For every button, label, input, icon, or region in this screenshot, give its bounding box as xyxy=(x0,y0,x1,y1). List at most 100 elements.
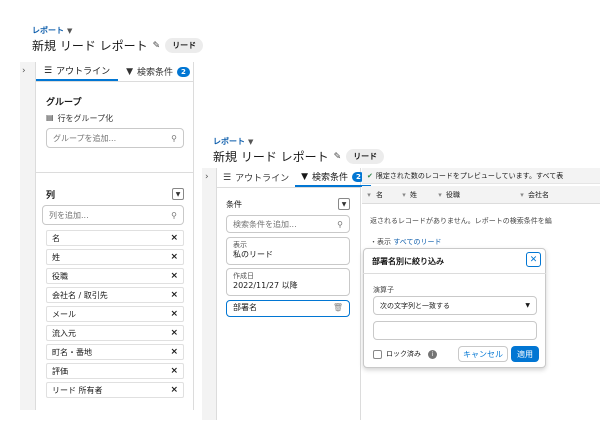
table-rows-icon: ▤ xyxy=(46,113,54,122)
expand-chevron-icon[interactable]: › xyxy=(205,172,209,182)
lock-checkbox[interactable] xyxy=(373,349,382,359)
remove-icon[interactable]: × xyxy=(170,252,178,262)
info-icon[interactable]: i xyxy=(428,349,437,359)
tab-outline-label: アウトライン xyxy=(235,174,290,184)
filter-icon: ▼ xyxy=(301,171,309,182)
column-label: リード 所有者 xyxy=(52,385,103,395)
chevron-down-icon[interactable]: ▼ xyxy=(248,138,253,146)
filter-icon: ▼ xyxy=(126,66,134,77)
tab-filters-label: 検索条件 xyxy=(137,68,174,78)
popover-title: 部署名別に絞り込み xyxy=(372,257,444,266)
chevron-down-icon: ▼ xyxy=(525,302,530,309)
column-drop-icon[interactable]: ▾ xyxy=(434,191,446,199)
close-icon[interactable]: ✕ xyxy=(526,252,541,267)
bg-panel-tabs: ☰ アウトライン ▼ 検索条件 2 xyxy=(36,62,193,82)
remove-icon[interactable]: × xyxy=(170,233,178,243)
collapse-strip xyxy=(20,62,36,410)
breadcrumb-label[interactable]: レポート xyxy=(213,137,245,146)
columns-menu-dropdown[interactable]: ▼ xyxy=(172,188,184,200)
remove-icon[interactable]: × xyxy=(170,328,178,338)
operator-label: 演算子 xyxy=(373,286,394,294)
column-label: メール xyxy=(52,309,76,319)
tab-filters[interactable]: ▼ 検索条件 2 xyxy=(295,168,371,187)
column-drop-icon[interactable]: ▾ xyxy=(398,191,410,199)
search-icon: ⚲ xyxy=(171,210,177,220)
list-icon: ☰ xyxy=(44,65,53,76)
column-label: 会社名 / 取引先 xyxy=(52,290,108,300)
column-label: 姓 xyxy=(52,252,60,262)
remove-icon[interactable]: × xyxy=(170,290,178,300)
remove-icon[interactable]: × xyxy=(170,347,178,357)
filter-label: 表示 xyxy=(233,241,247,249)
divider xyxy=(36,172,194,173)
group-header: グループ xyxy=(46,98,82,108)
search-icon: ⚲ xyxy=(171,133,177,143)
column-row[interactable]: 評価 × xyxy=(46,363,184,379)
fg-collapse-strip xyxy=(202,168,217,420)
page-title: 新規 リード レポート ✎ リード xyxy=(32,37,204,54)
filter-card-show[interactable]: 表示 私のリード xyxy=(226,237,350,265)
column-label: 町名・番地 xyxy=(52,347,92,357)
column-row[interactable]: 会社名 / 取引先 × xyxy=(46,287,184,303)
group-rows-text: 行をグループ化 xyxy=(57,114,114,123)
column-label: 流入元 xyxy=(52,328,76,338)
delete-icon[interactable]: 🗑 xyxy=(333,303,343,314)
column-label: 役職 xyxy=(52,271,68,281)
table-header-cell[interactable]: 名 xyxy=(376,190,398,200)
column-row[interactable]: 名 × xyxy=(46,230,184,246)
group-search-input[interactable]: グループを追加... ⚲ xyxy=(46,128,184,148)
tab-outline[interactable]: ☰ アウトライン xyxy=(36,62,119,81)
fg-breadcrumb[interactable]: レポート ▼ xyxy=(213,136,253,147)
edit-pencil-icon[interactable]: ✎ xyxy=(153,41,161,51)
column-drop-icon[interactable]: ▾ xyxy=(516,191,528,199)
filter-value: 2022/11/27 以降 xyxy=(233,281,298,291)
no-records-message: 返されるレコードがありません。レポートの検索条件を編 xyxy=(370,217,552,225)
preview-table-header: ▾ 名 ▾ 姓 ▾ 役職 ▾ 会社名 xyxy=(362,186,600,204)
column-row[interactable]: メール × xyxy=(46,306,184,322)
column-row[interactable]: 流入元 × xyxy=(46,325,184,341)
operator-select[interactable]: 次の文字列と一致する ▼ xyxy=(373,296,537,315)
apply-button[interactable]: 適用 xyxy=(511,346,539,362)
column-drop-icon[interactable]: ▾ xyxy=(362,191,376,199)
group-placeholder: グループを追加... xyxy=(53,133,117,143)
remove-icon[interactable]: × xyxy=(170,309,178,319)
show-prefix: ・表示 xyxy=(370,238,391,246)
table-header-cell[interactable]: 役職 xyxy=(446,190,516,200)
filter-card-new[interactable]: 部署名 🗑 xyxy=(226,300,350,317)
filter-search-input[interactable]: 検索条件を追加... ⚲ xyxy=(226,215,350,233)
show-all-leads-link[interactable]: すべてのリード xyxy=(393,238,441,246)
fg-page-title: 新規 リード レポート ✎ リード xyxy=(213,148,385,165)
search-icon: ⚲ xyxy=(337,219,343,229)
preview-notice-text: 限定された数のレコードをプレビューしています。すべて表 xyxy=(375,171,564,180)
filter-value: 部署名 xyxy=(233,303,257,313)
table-header-cell[interactable]: 会社名 xyxy=(528,190,549,200)
remove-icon[interactable]: × xyxy=(170,271,178,281)
filter-value-input[interactable] xyxy=(373,321,537,340)
table-header-cell[interactable]: 姓 xyxy=(410,190,434,200)
conditions-menu-dropdown[interactable]: ▼ xyxy=(338,198,350,210)
column-row[interactable]: 姓 × xyxy=(46,249,184,265)
column-row[interactable]: 役職 × xyxy=(46,268,184,284)
column-label: 名 xyxy=(52,233,60,243)
filter-count-badge: 2 xyxy=(177,66,190,77)
conditions-header: 条件 xyxy=(226,200,242,209)
chevron-down-icon[interactable]: ▼ xyxy=(67,27,72,35)
lock-label: ロック済み xyxy=(386,350,421,358)
remove-icon[interactable]: × xyxy=(170,385,178,395)
edit-pencil-icon[interactable]: ✎ xyxy=(334,152,342,162)
column-row[interactable]: 町名・番地 × xyxy=(46,344,184,360)
breadcrumb[interactable]: レポート ▼ xyxy=(32,25,72,36)
remove-icon[interactable]: × xyxy=(170,366,178,376)
lock-option: ロック済み i xyxy=(373,349,437,359)
filter-card-created[interactable]: 作成日 2022/11/27 以降 xyxy=(226,268,350,296)
tab-filters[interactable]: ▼ 検索条件 2 xyxy=(118,62,198,81)
preview-notice: ✔ 限定された数のレコードをプレビューしています。すべて表 xyxy=(362,168,600,184)
column-row[interactable]: リード 所有者 × xyxy=(46,382,184,398)
report-type-badge: リード xyxy=(346,149,385,164)
report-title: 新規 リード レポート xyxy=(32,39,148,53)
columns-search-input[interactable]: 列を追加... ⚲ xyxy=(42,205,184,225)
expand-chevron-icon[interactable]: › xyxy=(22,66,26,76)
breadcrumb-label[interactable]: レポート xyxy=(32,26,64,35)
tab-outline[interactable]: ☰ アウトライン xyxy=(217,168,295,187)
cancel-button[interactable]: キャンセル xyxy=(458,346,508,362)
